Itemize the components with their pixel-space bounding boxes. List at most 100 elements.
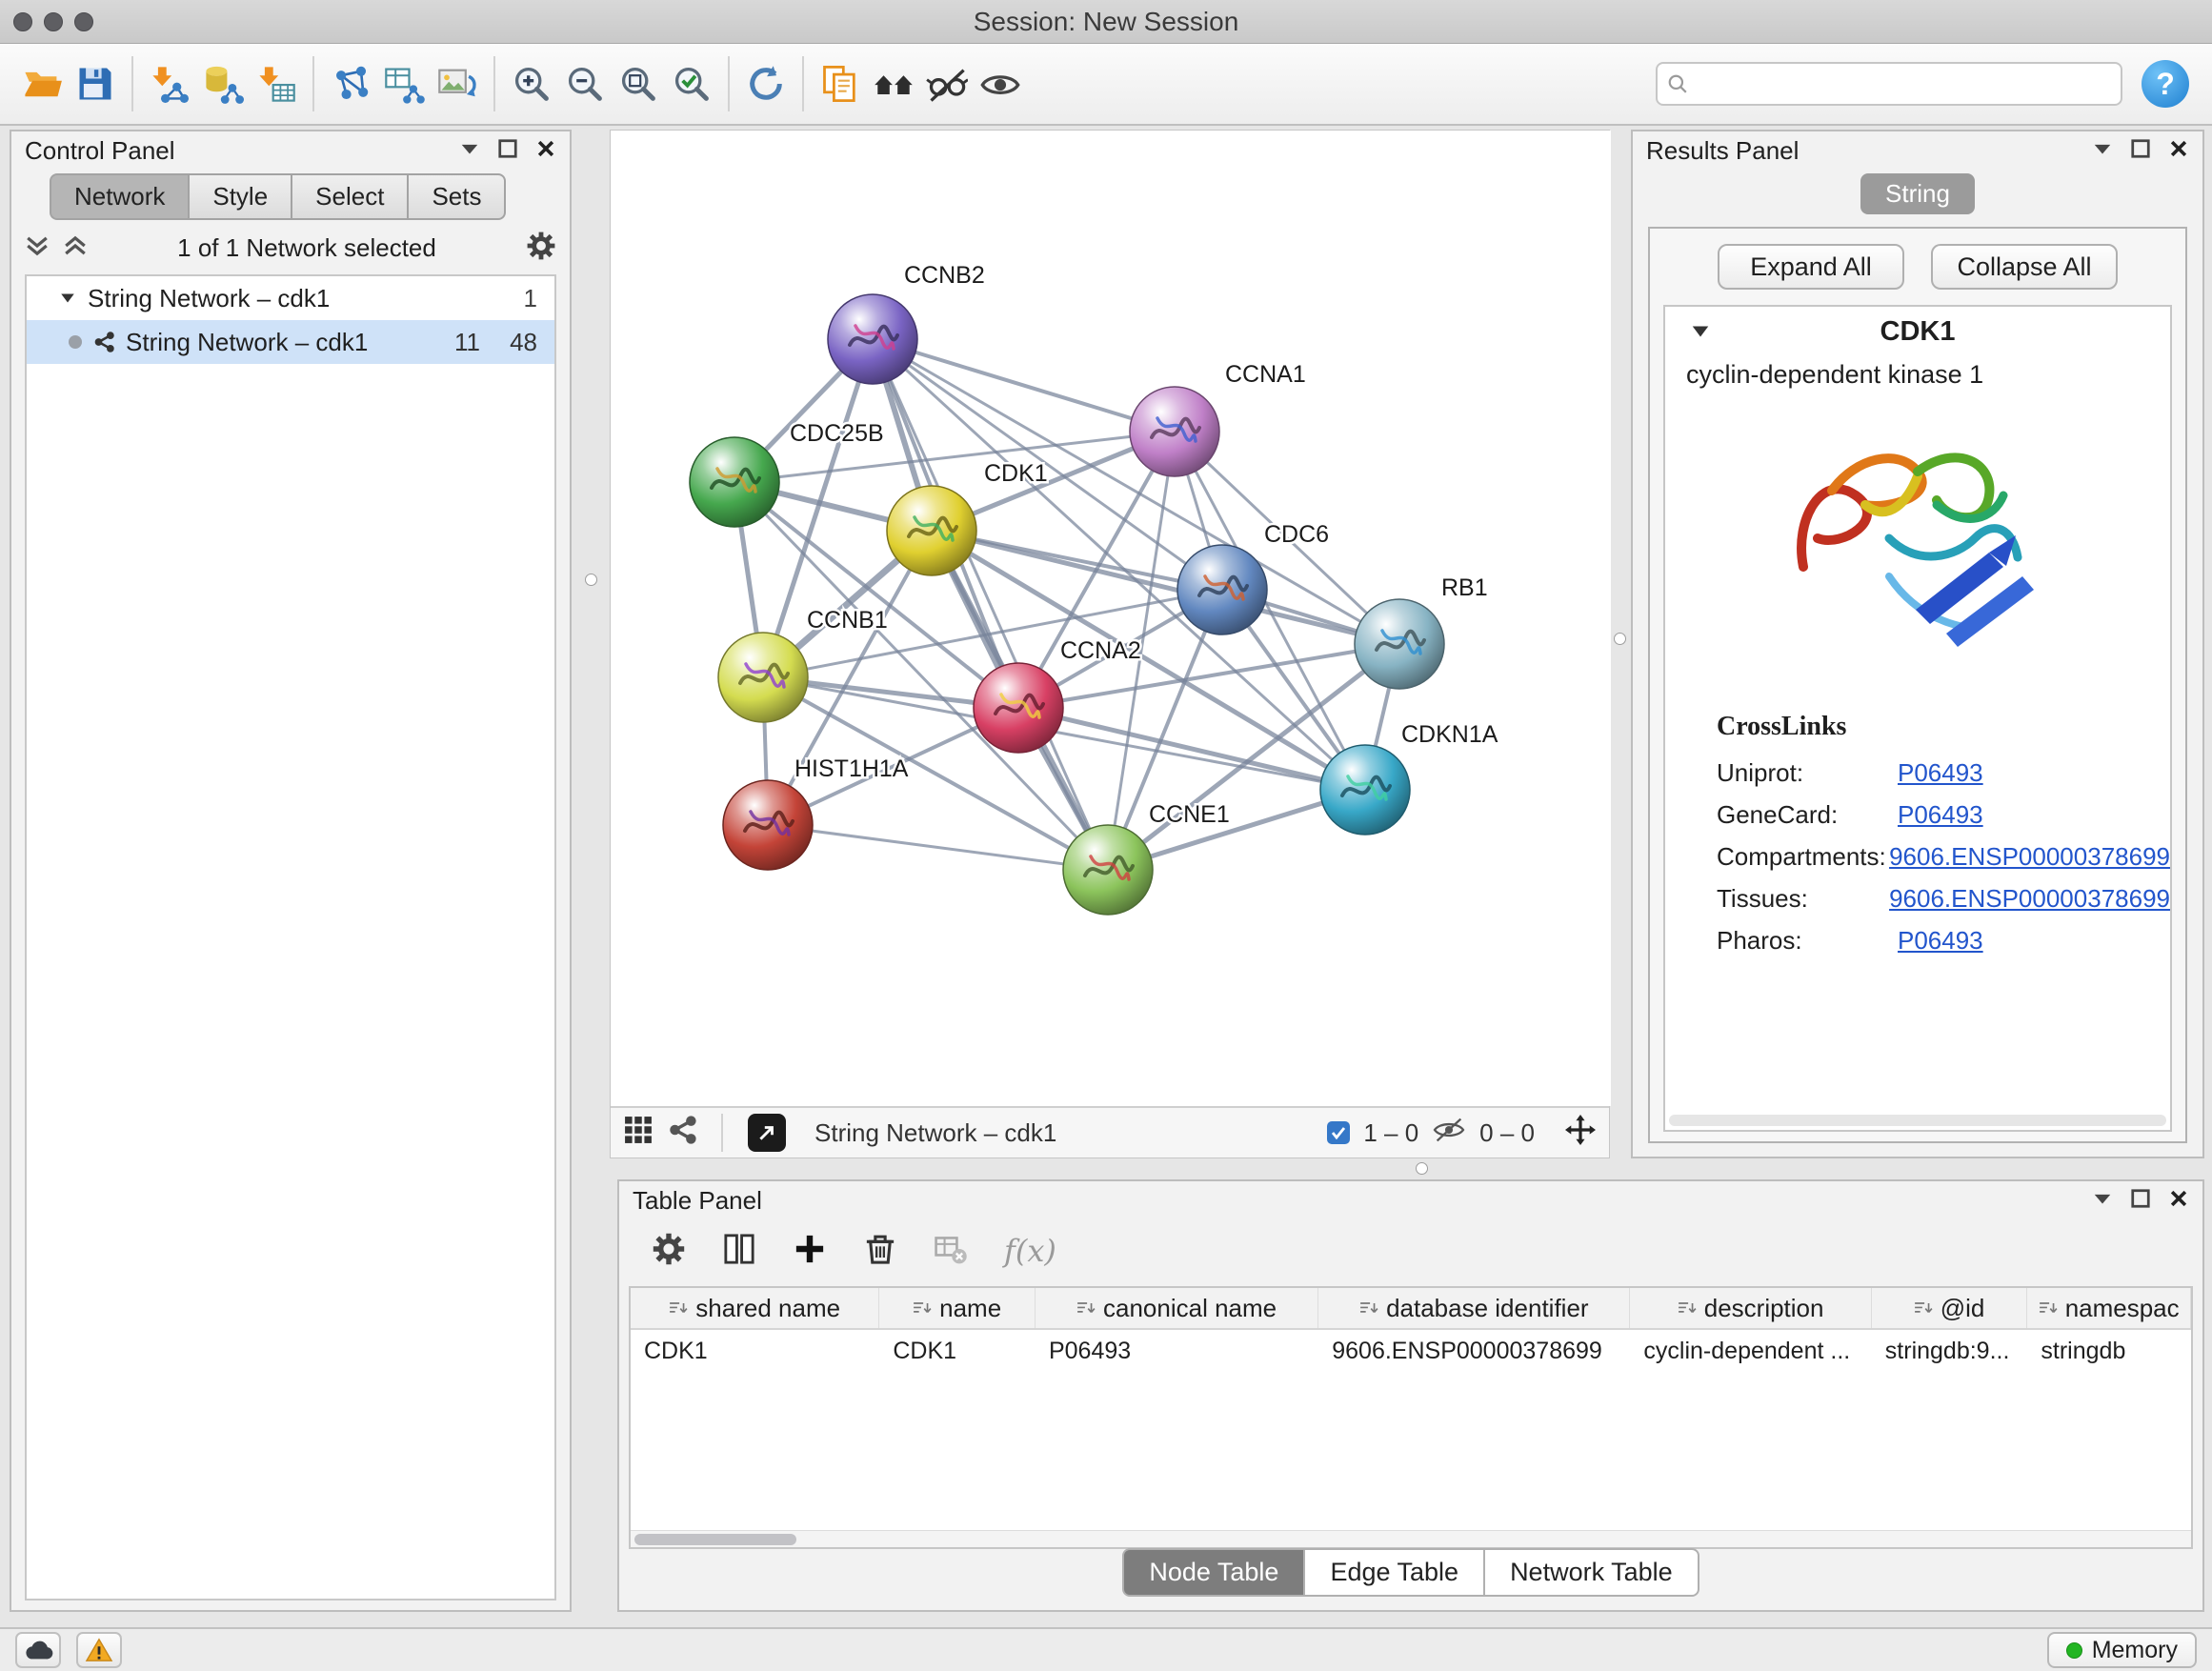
houses-icon[interactable] [867,55,920,112]
table-row[interactable]: CDK1CDK1P064939606.ENSP00000378699cyclin… [631,1330,2191,1372]
column-header-name[interactable]: name [879,1288,1036,1328]
delete-column-icon[interactable] [863,1232,897,1271]
export-image-icon[interactable] [431,55,484,112]
network-options-gear-icon[interactable] [526,231,556,266]
zoom-in-icon[interactable] [505,55,558,112]
network-selection-status: 1 of 1 Network selected [101,233,513,263]
column-header--id[interactable]: @id [1872,1288,2028,1328]
tab-network-table[interactable]: Network Table [1485,1548,1699,1597]
network-node-CDC25B[interactable] [690,437,779,527]
splitter-handle[interactable] [585,574,597,586]
network-node-HIST1H1A[interactable] [723,780,813,870]
crosslink-genecard[interactable]: P06493 [1898,800,1983,830]
panel-menu-icon[interactable] [2092,1186,2113,1216]
crosslink-tissues[interactable]: 9606.ENSP00000378699 [1889,884,2170,914]
collapse-all-networks-icon[interactable] [25,234,50,262]
panel-close-icon[interactable] [535,136,556,166]
collapse-entry-icon[interactable] [1690,321,1711,342]
expand-all-networks-icon[interactable] [63,234,88,262]
panel-close-icon[interactable] [2168,136,2189,166]
column-sort-icon [1359,1300,1378,1316]
search-box[interactable] [1656,62,2122,106]
expand-all-button[interactable]: Expand All [1718,244,1904,290]
scrollbar-thumb[interactable] [634,1534,796,1545]
splitter-handle[interactable] [1614,633,1626,645]
panel-float-icon[interactable] [497,136,518,166]
column-header-canonical-name[interactable]: canonical name [1036,1288,1318,1328]
network-edge-CCNB2-CCNA1[interactable] [873,339,1175,432]
table-horizontal-scrollbar[interactable] [631,1530,2191,1547]
tree-expand-icon[interactable] [59,290,76,307]
tab-node-table[interactable]: Node Table [1122,1548,1305,1597]
help-button[interactable]: ? [2142,60,2189,108]
network-node-RB1[interactable] [1355,599,1444,689]
network-share-icon[interactable] [668,1116,696,1151]
column-header-description[interactable]: description [1630,1288,1871,1328]
new-network-icon[interactable] [324,55,377,112]
cloud-button[interactable] [15,1632,61,1668]
tab-string[interactable]: String [1860,173,1975,214]
tab-sets[interactable]: Sets [407,173,506,220]
network-node-CDKN1A[interactable] [1320,745,1410,835]
show-columns-icon[interactable] [722,1232,756,1271]
collapse-all-button[interactable]: Collapse All [1931,244,2118,290]
splitter-handle[interactable] [1416,1162,1428,1175]
network-node-CCNA1[interactable] [1130,387,1219,476]
panel-menu-icon[interactable] [459,136,480,166]
network-node-CCNA2[interactable] [974,663,1063,753]
copy-style-icon[interactable] [814,55,867,112]
tab-edge-table[interactable]: Edge Table [1305,1548,1485,1597]
panel-float-icon[interactable] [2130,1186,2151,1216]
network-node-CDC6[interactable] [1177,545,1267,634]
window-minimize-button[interactable] [44,12,63,31]
network-share-icon [93,332,114,352]
warning-button[interactable] [76,1632,122,1668]
pan-crosshair-icon[interactable] [1565,1115,1596,1152]
open-in-new-icon[interactable] [748,1114,786,1152]
tab-select[interactable]: Select [291,173,407,220]
add-column-icon[interactable] [793,1232,827,1271]
selected-checkbox-icon[interactable] [1327,1121,1350,1144]
network-canvas[interactable]: CCNB2CCNA1CDC25BCDK1CDC6RB1CCNB1CCNA2CDK… [611,131,1611,1106]
results-panel-title: Results Panel [1646,136,1799,166]
zoom-selected-icon[interactable] [665,55,718,112]
import-network-from-database-icon[interactable] [196,55,250,112]
panel-close-icon[interactable] [2168,1186,2189,1216]
network-row[interactable]: String Network – cdk1 11 48 [27,320,554,364]
window-close-button[interactable] [13,12,32,31]
column-header-database-identifier[interactable]: database identifier [1318,1288,1630,1328]
tab-network[interactable]: Network [50,173,188,220]
apply-layout-icon[interactable] [739,55,793,112]
panel-float-icon[interactable] [2130,136,2151,166]
open-session-icon[interactable] [15,55,69,112]
zoom-out-icon[interactable] [558,55,612,112]
memory-button[interactable]: Memory [2047,1632,2197,1668]
column-header-namespac[interactable]: namespac [2027,1288,2191,1328]
network-node-CCNB2[interactable] [828,294,917,384]
tab-style[interactable]: Style [188,173,291,220]
panel-menu-icon[interactable] [2092,136,2113,166]
zoom-fit-icon[interactable] [612,55,665,112]
network-node-CCNE1[interactable] [1063,825,1153,915]
network-edge-HIST1H1A-CCNE1[interactable] [768,825,1108,870]
crosslink-compartments[interactable]: 9606.ENSP00000378699 [1889,842,2170,872]
crosslink-uniprot[interactable]: P06493 [1898,758,1983,788]
network-node-CCNB1[interactable] [718,633,808,722]
import-network-from-file-icon[interactable] [143,55,196,112]
results-scrollbar[interactable] [1669,1115,2166,1126]
network-collection-row[interactable]: String Network – cdk1 1 [27,276,554,320]
search-input[interactable] [1696,70,2111,99]
birds-eye-view-icon[interactable] [624,1116,653,1151]
table-options-gear-icon[interactable] [652,1232,686,1271]
window-zoom-button[interactable] [74,12,93,31]
import-table-from-file-icon[interactable] [250,55,303,112]
column-header-shared-name[interactable]: shared name [631,1288,879,1328]
network-from-table-icon[interactable] [377,55,431,112]
hidden-eye-slash-icon[interactable] [1432,1116,1466,1151]
eye-icon[interactable] [974,55,1027,112]
save-session-icon[interactable] [69,55,122,112]
network-edge-CCNB2-CCNE1[interactable] [873,339,1108,870]
glasses-slash-icon[interactable] [920,55,974,112]
crosslink-pharos[interactable]: P06493 [1898,926,1983,956]
network-node-CDK1[interactable] [887,486,976,575]
